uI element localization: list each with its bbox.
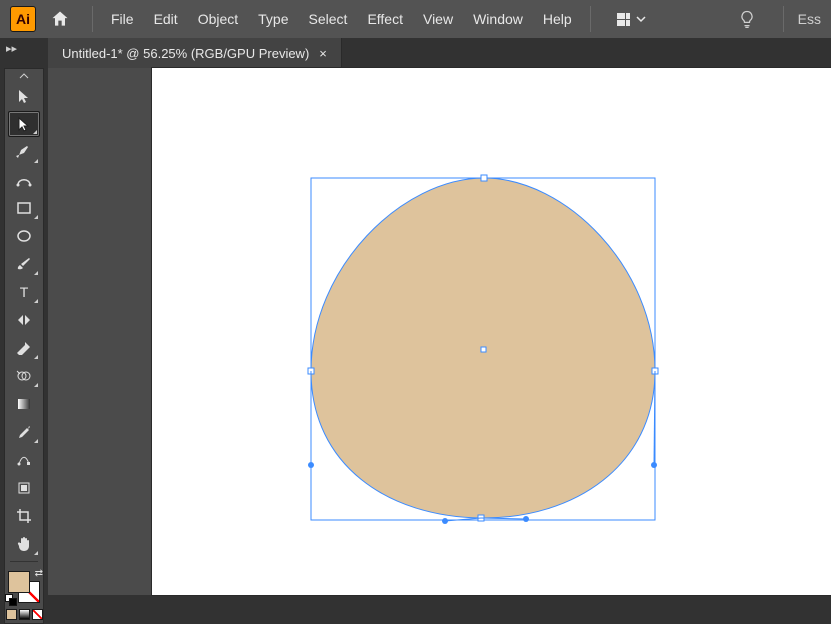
hand-tool[interactable] — [8, 531, 40, 557]
fill-stroke-swatch[interactable]: ⇄ — [6, 569, 42, 605]
handle-point[interactable] — [442, 518, 448, 524]
color-mode-solid[interactable] — [6, 609, 17, 620]
home-icon[interactable] — [50, 9, 70, 29]
chevron-down-icon — [636, 14, 646, 24]
paintbrush-tool[interactable] — [8, 251, 40, 277]
fill-swatch[interactable] — [8, 571, 30, 593]
menu-type[interactable]: Type — [248, 7, 298, 31]
pen-tool[interactable] — [8, 139, 40, 165]
swap-fill-stroke-icon[interactable]: ⇄ — [35, 568, 43, 579]
artboard-tool[interactable] — [8, 475, 40, 501]
menu-select[interactable]: Select — [299, 7, 358, 31]
crop-tool[interactable] — [8, 503, 40, 529]
selection-center-point — [481, 347, 486, 352]
menu-view[interactable]: View — [413, 7, 463, 31]
lightbulb-icon[interactable] — [737, 9, 757, 29]
menu-object[interactable]: Object — [188, 7, 248, 31]
eyedropper-tool[interactable] — [8, 419, 40, 445]
handle-line — [481, 518, 526, 519]
expand-panels-icon[interactable]: ▸▸ — [6, 42, 17, 55]
tools-panel: T ⇄ — [4, 68, 44, 624]
canvas-area[interactable] — [48, 68, 831, 595]
collapse-panel-icon[interactable] — [19, 72, 29, 80]
document-tab-strip: Untitled-1* @ 56.25% (RGB/GPU Preview) × — [48, 38, 342, 68]
workspace-switcher[interactable] — [609, 9, 654, 30]
menu-effect[interactable]: Effect — [357, 7, 413, 31]
direct-selection-tool[interactable] — [8, 111, 40, 137]
ellipse-tool[interactable] — [8, 223, 40, 249]
artwork-svg — [152, 68, 831, 595]
menu-help[interactable]: Help — [533, 7, 582, 31]
menu-edit[interactable]: Edit — [144, 7, 188, 31]
blend-tool[interactable] — [8, 447, 40, 473]
rectangle-tool[interactable] — [8, 195, 40, 221]
color-mode-none[interactable] — [32, 609, 43, 620]
app-logo: Ai — [10, 6, 36, 32]
document-tab-title: Untitled-1* @ 56.25% (RGB/GPU Preview) — [62, 46, 309, 61]
handle-point[interactable] — [651, 462, 657, 468]
menu-window[interactable]: Window — [463, 7, 533, 31]
document-tab[interactable]: Untitled-1* @ 56.25% (RGB/GPU Preview) × — [48, 38, 342, 68]
separator — [783, 6, 784, 32]
menu-bar: Ai File Edit Object Type Select Effect V… — [0, 0, 831, 38]
eraser-tool[interactable] — [8, 335, 40, 361]
reflect-tool[interactable] — [8, 307, 40, 333]
curvature-tool[interactable] — [8, 167, 40, 193]
default-fill-stroke-icon[interactable] — [5, 594, 17, 606]
gradient-tool[interactable] — [8, 391, 40, 417]
separator — [92, 6, 93, 32]
type-tool[interactable]: T — [8, 279, 40, 305]
artboard[interactable] — [152, 68, 831, 595]
separator — [590, 6, 591, 32]
handle-point[interactable] — [523, 516, 529, 522]
menu-file[interactable]: File — [101, 7, 144, 31]
shape-builder-tool[interactable] — [8, 363, 40, 389]
workspace-name-truncated[interactable]: Ess — [792, 11, 827, 27]
svg-text:T: T — [20, 284, 29, 300]
anchor-top[interactable] — [481, 175, 487, 181]
selection-tool[interactable] — [8, 83, 40, 109]
close-icon[interactable]: × — [319, 46, 327, 61]
handle-point[interactable] — [308, 462, 314, 468]
color-mode-gradient[interactable] — [19, 609, 30, 620]
workspace-icon — [617, 13, 630, 26]
color-mode-row — [6, 609, 43, 620]
